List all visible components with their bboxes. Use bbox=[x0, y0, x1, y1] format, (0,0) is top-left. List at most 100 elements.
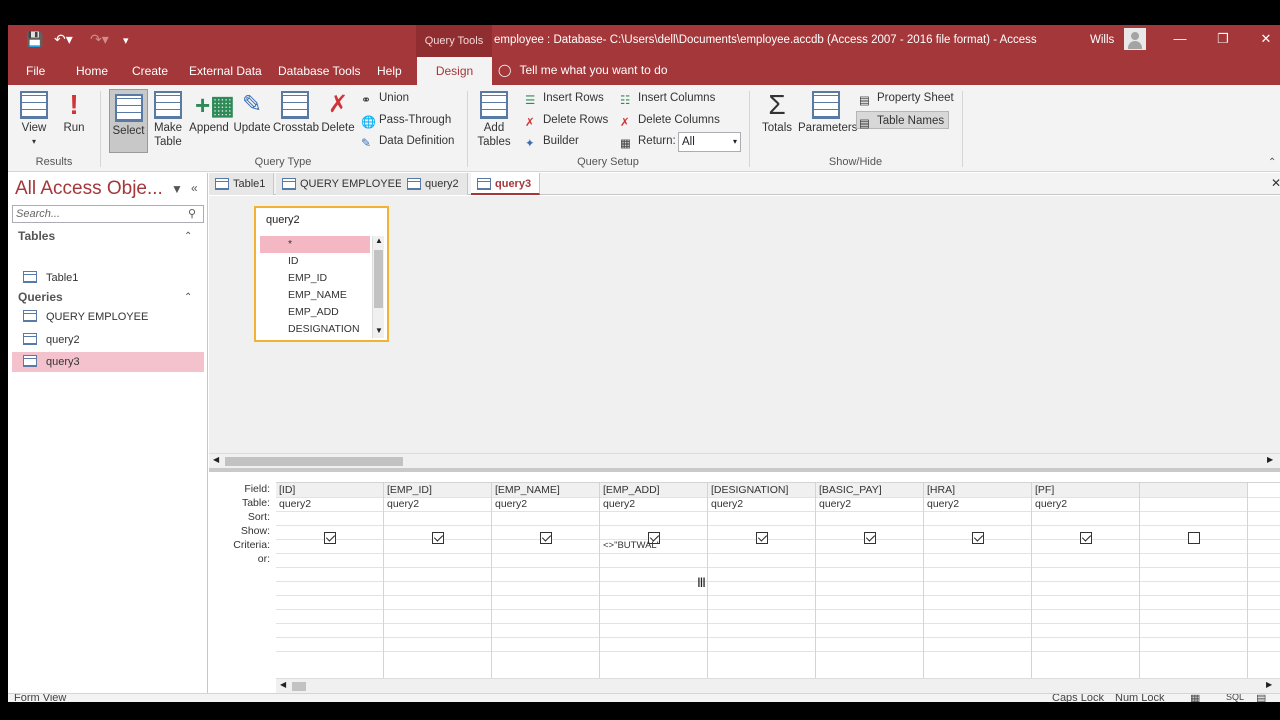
pass-through-button[interactable]: 🌐 Pass-Through bbox=[361, 111, 451, 129]
criteria-cell[interactable]: <>"BUTWAL" bbox=[603, 539, 660, 553]
scroll-left-icon[interactable]: ◀ bbox=[280, 680, 286, 689]
field-cell[interactable]: [EMP_ADD] bbox=[603, 483, 660, 497]
show-checkbox[interactable] bbox=[972, 532, 984, 544]
tab-create[interactable]: Create bbox=[132, 64, 168, 78]
tab-file[interactable]: File bbox=[26, 64, 45, 78]
close-document-icon[interactable]: ✕ bbox=[1271, 176, 1280, 190]
or-cell[interactable] bbox=[495, 553, 595, 567]
field-list-scrollbar[interactable]: ▲ ▼ bbox=[372, 236, 384, 338]
column-selector[interactable] bbox=[1140, 483, 1247, 497]
field-cell[interactable]: [PF] bbox=[1035, 483, 1054, 497]
tab-home[interactable]: Home bbox=[76, 64, 108, 78]
doc-tab-query3[interactable]: query3 bbox=[471, 173, 541, 195]
sort-cell[interactable] bbox=[711, 511, 811, 525]
field-cell[interactable]: [BASIC_PAY] bbox=[819, 483, 882, 497]
minimize-button[interactable]: — bbox=[1170, 31, 1190, 46]
nav-section-queries[interactable]: Queries bbox=[18, 290, 63, 304]
field-list-item[interactable]: EMP_ADD bbox=[260, 304, 370, 321]
nav-menu-chevron-icon[interactable]: ▼ bbox=[171, 182, 183, 196]
sort-cell[interactable] bbox=[1143, 511, 1243, 525]
undo-icon[interactable]: ↶▾ bbox=[54, 31, 73, 48]
user-avatar[interactable] bbox=[1124, 28, 1146, 50]
collapse-ribbon-icon[interactable]: ⌃ bbox=[1268, 157, 1276, 168]
collapse-icon[interactable]: ⌃ bbox=[184, 292, 192, 303]
sort-cell[interactable] bbox=[603, 511, 703, 525]
delete-columns-button[interactable]: ✗ Delete Columns bbox=[620, 111, 720, 129]
add-tables-button[interactable]: Add Tables bbox=[475, 87, 513, 153]
insert-columns-button[interactable]: ☷ Insert Columns bbox=[620, 89, 715, 107]
or-cell[interactable] bbox=[819, 553, 919, 567]
scroll-left-icon[interactable]: ◀ bbox=[213, 455, 219, 464]
union-button[interactable]: ⚭ Union bbox=[361, 89, 409, 107]
data-definition-button[interactable]: ✎ Data Definition bbox=[361, 132, 454, 150]
insert-rows-button[interactable]: ☰ Insert Rows bbox=[525, 89, 604, 107]
tab-external-data[interactable]: External Data bbox=[189, 64, 262, 78]
view-button[interactable]: View ▾ bbox=[16, 87, 52, 153]
upper-vertical-scrollbar[interactable] bbox=[1274, 196, 1280, 453]
show-checkbox[interactable] bbox=[1188, 532, 1200, 544]
or-cell[interactable] bbox=[603, 553, 703, 567]
scroll-thumb[interactable] bbox=[374, 250, 383, 308]
redo-icon[interactable]: ↷▾ bbox=[90, 31, 109, 48]
sort-cell[interactable] bbox=[279, 511, 379, 525]
return-dropdown[interactable]: All ▾ bbox=[678, 132, 741, 152]
field-list-item[interactable]: ID bbox=[260, 253, 370, 270]
sort-cell[interactable] bbox=[387, 511, 487, 525]
save-icon[interactable]: 💾 bbox=[26, 31, 43, 48]
scroll-thumb[interactable] bbox=[292, 682, 306, 691]
or-cell[interactable] bbox=[1035, 553, 1135, 567]
sort-cell[interactable] bbox=[819, 511, 919, 525]
run-button[interactable]: ! Run bbox=[58, 87, 90, 153]
close-button[interactable]: ✕ bbox=[1256, 31, 1276, 47]
show-checkbox[interactable] bbox=[756, 532, 768, 544]
delete-rows-button[interactable]: ✗ Delete Rows bbox=[525, 111, 608, 129]
delete-query-button[interactable]: ✗ Delete bbox=[320, 87, 356, 153]
table-cell[interactable]: query2 bbox=[711, 497, 743, 511]
table-field-list[interactable]: query2 * ID EMP_ID EMP_NAME EMP_ADD DESI… bbox=[254, 206, 389, 342]
scroll-right-icon[interactable]: ▶ bbox=[1267, 455, 1273, 464]
search-icon[interactable]: ⚲ bbox=[188, 207, 196, 220]
doc-tab-query-employee[interactable]: QUERY EMPLOYEE bbox=[276, 173, 412, 195]
table-cell[interactable]: query2 bbox=[927, 497, 959, 511]
table-cell[interactable]: query2 bbox=[495, 497, 527, 511]
table-cell[interactable]: query2 bbox=[1035, 497, 1067, 511]
show-checkbox[interactable] bbox=[540, 532, 552, 544]
tab-help[interactable]: Help bbox=[377, 64, 402, 78]
nav-section-tables[interactable]: Tables bbox=[18, 229, 55, 243]
or-cell[interactable] bbox=[279, 553, 379, 567]
field-list-item[interactable]: EMP_NAME bbox=[260, 287, 370, 304]
sql-view-button[interactable]: SQL bbox=[1226, 694, 1244, 702]
field-list-item[interactable]: EMP_ID bbox=[260, 270, 370, 287]
nav-item-query2[interactable]: query2 bbox=[12, 330, 204, 350]
crosstab-button[interactable]: Crosstab bbox=[273, 87, 319, 153]
field-cell[interactable]: [ID] bbox=[279, 483, 295, 497]
show-checkbox[interactable] bbox=[324, 532, 336, 544]
nav-pane-title[interactable]: All Access Obje... bbox=[15, 178, 163, 200]
table-cell[interactable]: query2 bbox=[387, 497, 419, 511]
totals-button[interactable]: Σ Totals bbox=[759, 87, 795, 153]
parameters-button[interactable]: Parameters bbox=[798, 87, 857, 153]
or-cell[interactable] bbox=[387, 553, 487, 567]
scroll-up-icon[interactable]: ▲ bbox=[375, 236, 383, 245]
or-cell[interactable] bbox=[927, 553, 1027, 567]
make-table-button[interactable]: Make Table bbox=[151, 87, 185, 153]
field-cell[interactable]: [HRA] bbox=[927, 483, 955, 497]
grid-horizontal-scrollbar[interactable]: ◀ ▶ bbox=[276, 678, 1280, 693]
show-checkbox[interactable] bbox=[1080, 532, 1092, 544]
upper-horizontal-scrollbar[interactable]: ◀ ▶ bbox=[209, 453, 1280, 468]
nav-item-query3[interactable]: query3 bbox=[12, 352, 204, 372]
shutter-bar-close-icon[interactable]: « bbox=[191, 181, 198, 195]
show-checkbox[interactable] bbox=[432, 532, 444, 544]
tab-design[interactable]: Design bbox=[417, 57, 492, 86]
nav-search-input[interactable]: Search... bbox=[12, 205, 204, 223]
show-checkbox[interactable] bbox=[864, 532, 876, 544]
collapse-icon[interactable]: ⌃ bbox=[184, 231, 192, 242]
doc-tab-query2[interactable]: query2 bbox=[401, 173, 468, 195]
select-query-button[interactable]: Select bbox=[109, 89, 148, 153]
maximize-button[interactable]: ❐ bbox=[1213, 31, 1233, 47]
field-list-item[interactable]: DESIGNATION bbox=[260, 321, 370, 338]
customize-qat-icon[interactable]: ▾ bbox=[123, 34, 129, 47]
property-sheet-button[interactable]: ▤ Property Sheet bbox=[859, 89, 954, 107]
nav-item-table1[interactable]: Table1 bbox=[12, 268, 204, 288]
datasheet-view-icon[interactable]: ▦ bbox=[1190, 694, 1200, 702]
